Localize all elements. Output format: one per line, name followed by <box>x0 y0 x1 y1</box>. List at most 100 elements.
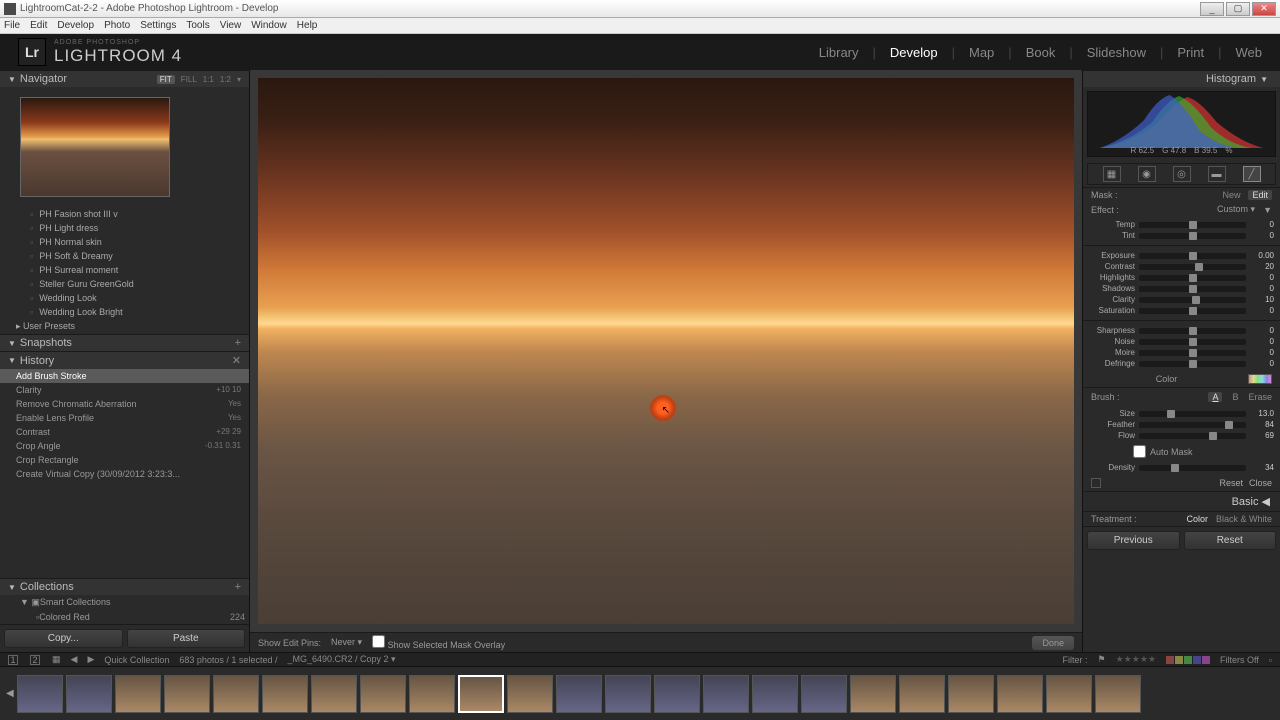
brush-a-tab[interactable]: A <box>1208 392 1222 402</box>
brush-pin-icon[interactable] <box>650 395 676 421</box>
slider-sharpness[interactable]: Sharpness0 <box>1089 325 1274 336</box>
filmstrip-thumb[interactable] <box>703 675 749 713</box>
filmstrip-thumb[interactable] <box>164 675 210 713</box>
slider-temp[interactable]: Temp0 <box>1089 219 1274 230</box>
basic-header[interactable]: Basic ◀ <box>1083 491 1280 511</box>
slider-flow[interactable]: Flow69 <box>1089 430 1274 441</box>
filmstrip-left-icon[interactable]: ◀ <box>6 688 14 699</box>
histogram[interactable]: R 62.5 G 47.8 B 39.5 % <box>1087 91 1276 157</box>
filmstrip-thumb[interactable] <box>801 675 847 713</box>
color-swatch[interactable] <box>1248 374 1272 384</box>
brush-tool-icon[interactable]: ╱ <box>1243 166 1261 182</box>
history-item[interactable]: Crop Rectangle <box>0 453 249 467</box>
menu-window[interactable]: Window <box>251 20 287 31</box>
nav-ratio[interactable]: 1:2 <box>220 75 231 84</box>
module-print[interactable]: Print <box>1177 45 1204 60</box>
effect-menu-icon[interactable]: ▼ <box>1263 205 1272 215</box>
preset-item[interactable]: Wedding Look Bright <box>0 305 249 319</box>
module-web[interactable]: Web <box>1236 45 1263 60</box>
filmstrip-thumb[interactable] <box>605 675 651 713</box>
slider-clarity[interactable]: Clarity10 <box>1089 294 1274 305</box>
brush-reset-button[interactable]: Reset <box>1219 478 1243 488</box>
image-canvas[interactable] <box>250 70 1082 632</box>
slider-shadows[interactable]: Shadows0 <box>1089 283 1274 294</box>
view-secondary-icon[interactable]: 2 <box>30 655 40 665</box>
mask-new-tab[interactable]: New <box>1222 190 1240 200</box>
slider-density[interactable]: Density34 <box>1089 462 1274 473</box>
grid-icon[interactable]: ▦ <box>52 654 61 665</box>
automask-checkbox[interactable] <box>1133 445 1146 458</box>
menu-edit[interactable]: Edit <box>30 20 47 31</box>
filmstrip-thumb[interactable] <box>556 675 602 713</box>
nav-fill[interactable]: FILL <box>181 75 197 84</box>
collections-header[interactable]: ▼Collections + <box>0 578 249 595</box>
chevron-down-icon[interactable]: ▾ <box>237 75 241 84</box>
menu-file[interactable]: File <box>4 20 20 31</box>
paste-button[interactable]: Paste <box>127 629 246 648</box>
slider-size[interactable]: Size13.0 <box>1089 408 1274 419</box>
color-label-filter[interactable] <box>1166 656 1210 664</box>
preset-item[interactable]: PH Fasion shot III v <box>0 207 249 221</box>
collection-name[interactable]: Quick Collection <box>104 655 169 665</box>
module-map[interactable]: Map <box>969 45 994 60</box>
brush-erase-tab[interactable]: Erase <box>1248 392 1272 402</box>
navigator-preview[interactable] <box>0 87 249 207</box>
slider-highlights[interactable]: Highlights0 <box>1089 272 1274 283</box>
history-item[interactable]: Add Brush Stroke <box>0 369 249 383</box>
mask-overlay-checkbox[interactable] <box>372 635 385 648</box>
filmstrip-thumb[interactable] <box>115 675 161 713</box>
preset-item[interactable]: Wedding Look <box>0 291 249 305</box>
effect-dropdown[interactable]: Custom ▾ <box>1217 204 1255 215</box>
menu-develop[interactable]: Develop <box>57 20 94 31</box>
slider-defringe[interactable]: Defringe0 <box>1089 358 1274 369</box>
filmstrip-thumb[interactable] <box>262 675 308 713</box>
preset-item[interactable]: Steller Guru GreenGold <box>0 277 249 291</box>
filmstrip-thumb[interactable] <box>507 675 553 713</box>
module-library[interactable]: Library <box>819 45 859 60</box>
next-photo-icon[interactable]: ▶ <box>87 654 94 665</box>
history-item[interactable]: Create Virtual Copy (30/09/2012 3:23:3..… <box>0 467 249 481</box>
crop-tool-icon[interactable]: ▦ <box>1103 166 1121 182</box>
slider-moire[interactable]: Moire0 <box>1089 347 1274 358</box>
preset-folder[interactable]: ▸ User Presets <box>0 319 249 334</box>
slider-tint[interactable]: Tint0 <box>1089 230 1274 241</box>
history-header[interactable]: ▼History ✕ <box>0 351 249 369</box>
slider-contrast[interactable]: Contrast20 <box>1089 261 1274 272</box>
filmstrip-thumb[interactable] <box>997 675 1043 713</box>
develop-image[interactable] <box>258 78 1074 624</box>
filter-lock-icon[interactable]: ▫ <box>1269 655 1272 665</box>
filmstrip-thumb[interactable] <box>17 675 63 713</box>
treatment-color[interactable]: Color <box>1186 514 1208 524</box>
brush-close-button[interactable]: Close <box>1249 478 1272 488</box>
menu-photo[interactable]: Photo <box>104 20 130 31</box>
filmstrip[interactable]: ◀ <box>0 666 1280 720</box>
preset-item[interactable]: PH Soft & Dreamy <box>0 249 249 263</box>
history-item[interactable]: Clarity+10 10 <box>0 383 249 397</box>
filmstrip-thumb[interactable] <box>311 675 357 713</box>
preset-item[interactable]: PH Light dress <box>0 221 249 235</box>
preset-item[interactable]: PH Normal skin <box>0 235 249 249</box>
gradient-tool-icon[interactable]: ▬ <box>1208 166 1226 182</box>
add-collection-icon[interactable]: + <box>235 581 241 593</box>
rating-filter[interactable]: ★★★★★ <box>1116 654 1156 665</box>
mask-edit-tab[interactable]: Edit <box>1248 190 1272 200</box>
prev-photo-icon[interactable]: ◀ <box>71 654 78 665</box>
preset-item[interactable]: PH Surreal moment <box>0 263 249 277</box>
filmstrip-thumb[interactable] <box>948 675 994 713</box>
navigator-header[interactable]: ▼Navigator FIT FILL 1:1 1:2 ▾ <box>0 70 249 87</box>
spot-tool-icon[interactable]: ◉ <box>1138 166 1156 182</box>
module-develop[interactable]: Develop <box>890 45 938 60</box>
close-button[interactable]: ✕ <box>1252 2 1276 16</box>
snapshots-header[interactable]: ▼Snapshots + <box>0 334 249 351</box>
copy-button[interactable]: Copy... <box>4 629 123 648</box>
slider-exposure[interactable]: Exposure0.00 <box>1089 250 1274 261</box>
filmstrip-thumb[interactable] <box>1046 675 1092 713</box>
nav-1to1[interactable]: 1:1 <box>203 75 214 84</box>
filmstrip-thumb[interactable] <box>850 675 896 713</box>
treatment-bw[interactable]: Black & White <box>1216 514 1272 524</box>
filmstrip-thumb[interactable] <box>213 675 259 713</box>
histogram-header[interactable]: Histogram ▼ <box>1083 70 1280 87</box>
smart-collections[interactable]: ▼ ▣ Smart Collections <box>0 595 249 610</box>
filters-off[interactable]: Filters Off <box>1220 655 1259 665</box>
history-item[interactable]: Crop Angle-0.31 0.31 <box>0 439 249 453</box>
